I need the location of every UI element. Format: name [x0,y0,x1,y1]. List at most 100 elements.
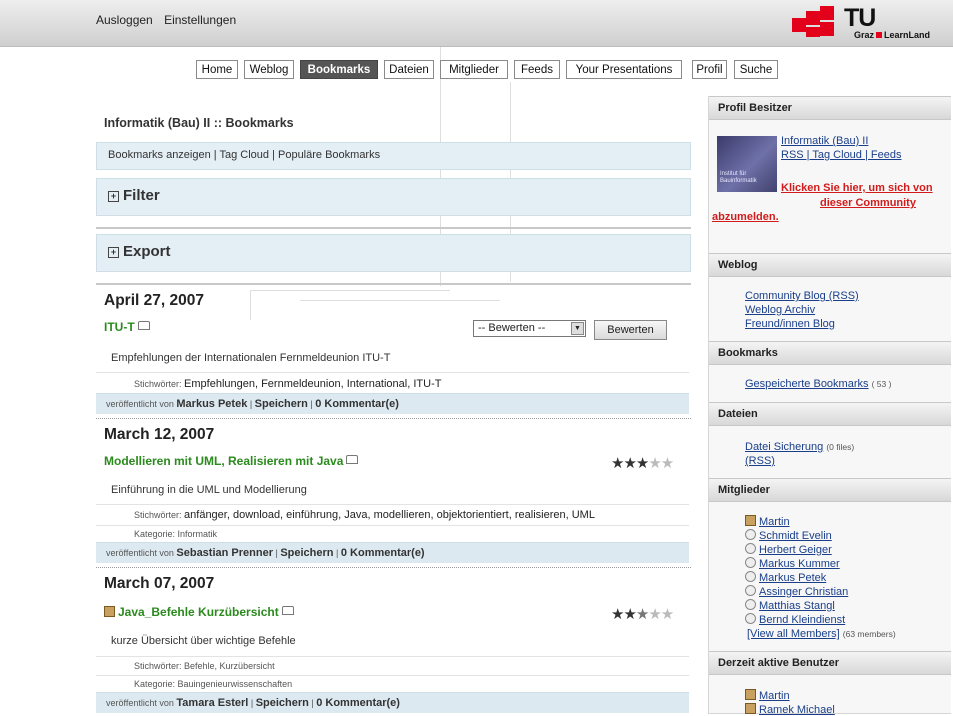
expand-icon[interactable]: + [108,247,119,258]
divider [96,227,691,229]
sidebar-header: Weblog [709,253,951,277]
member-link: Markus Kummer [745,557,840,570]
tags-list[interactable]: Empfehlungen, Fernmeldeunion, Internatio… [184,378,441,390]
view-all-members-link: [View all Members] (63 members) [747,628,896,640]
filter-label: Filter [123,187,160,204]
top-bar: Ausloggen Einstellungen TU Graz LearnLand [0,0,953,47]
bookmark-link[interactable]: ITU-T [104,320,135,334]
nav-dateien[interactable]: Dateien [384,60,434,79]
leave-community-link-2[interactable]: dieser Community [820,195,916,209]
nav-mitglieder[interactable]: Mitglieder [440,60,508,79]
sidebar-header: Derzeit aktive Benutzer [709,651,951,675]
active-user-link: Martin [745,689,790,702]
sidebar-header: Bookmarks [709,341,951,365]
nav-feeds[interactable]: Feeds [514,60,560,79]
bg-line [250,290,450,291]
weblog-link: Weblog Archiv [745,304,816,316]
nav-your-presentations[interactable]: Your Presentations [566,60,682,79]
folder-icon [281,606,294,615]
entry-footer: veröffentlicht von Markus Petek | Speich… [96,393,689,414]
entry-footer: veröffentlicht von Tamara Esterl | Speic… [96,692,689,713]
nav-home[interactable]: Home [196,60,238,79]
member-link: Bernd Kleindienst [745,613,845,626]
divider [96,567,691,568]
bookmark-title: ITU-T [104,320,150,334]
user-icon [745,529,756,540]
user-icon [745,613,756,624]
member-link: Assinger Christian [745,585,848,598]
bg-line [300,300,500,301]
comments-link[interactable]: 0 Kommentar(e) [315,398,399,410]
rating-stars: ★★★★★ [611,455,674,472]
entry-date: March 12, 2007 [104,426,215,443]
category-row: Kategorie: Informatik [96,525,689,542]
user-icon [745,689,756,700]
nav-suche[interactable]: Suche [734,60,778,79]
tags-row: Stichwörter: Befehle, Kurzübersicht [96,656,689,675]
logout-link[interactable]: Ausloggen [96,13,153,27]
user-icon [745,571,756,582]
settings-link[interactable]: Einstellungen [164,13,236,27]
member-link: Matthias Stangl [745,599,835,612]
export-label: Export [123,243,171,260]
tags-list[interactable]: Befehle, Kurzübersicht [184,661,275,671]
divider [96,418,691,419]
bg-line [250,290,251,320]
divider [96,283,691,285]
sidebar-header: Mitglieder [709,478,951,502]
save-link[interactable]: Speichern [256,697,309,709]
member-link: Martin [745,515,790,528]
entry-date: March 07, 2007 [104,575,215,592]
rating-select[interactable]: -- Bewerten -- ▼ [473,320,586,337]
leave-community-link[interactable]: Klicken Sie hier, um sich von [781,180,933,194]
rating-stars: ★★★★★ [611,606,674,623]
nav-bookmarks[interactable]: Bookmarks [300,60,378,79]
profile-name-link: Informatik (Bau) II [781,135,869,147]
folder-icon [346,455,359,464]
weblog-link: Freund/innen Blog [745,318,835,330]
export-panel[interactable]: + Export [96,234,691,272]
entry-footer: veröffentlicht von Sebastian Prenner | S… [96,542,689,563]
expand-icon[interactable]: + [108,191,119,202]
leave-community-link-3[interactable]: abzumelden. [712,209,779,223]
user-icon [745,585,756,596]
user-icon [745,599,756,610]
member-link: Markus Petek [745,571,826,584]
save-link[interactable]: Speichern [280,547,333,559]
page-title: Informatik (Bau) II :: Bookmarks [104,116,294,130]
tags-row: Stichwörter: Empfehlungen, Fernmeldeunio… [96,372,689,393]
community-thumbnail[interactable]: Institut für Bauinformatik [717,136,777,192]
bookmark-title: Modellieren mit UML, Realisieren mit Jav… [104,454,359,468]
comments-link[interactable]: 0 Kommentar(e) [316,697,400,709]
tags-row: Stichwörter: anfänger, download, einführ… [96,504,689,525]
save-link[interactable]: Speichern [255,398,308,410]
nav-profil[interactable]: Profil [692,60,727,79]
bookmark-link[interactable]: Modellieren mit UML, Realisieren mit Jav… [104,454,343,468]
author-link[interactable]: Tamara Esterl [176,697,248,709]
comments-link[interactable]: 0 Kommentar(e) [341,547,425,559]
member-link: Schmidt Evelin [745,529,832,542]
file-backup-link: Datei Sicherung (0 files) [745,441,855,453]
sidebar-header: Profil Besitzer [709,96,951,120]
saved-bookmarks-link: Gespeicherte Bookmarks ( 53 ) [745,378,892,390]
nav-weblog[interactable]: Weblog [244,60,294,79]
subnav-links[interactable]: Bookmarks anzeigen | Tag Cloud | Populär… [108,149,380,161]
user-icon [745,543,756,554]
user-icon [745,515,756,526]
filter-panel[interactable]: + Filter [96,178,691,216]
bookmark-link[interactable]: Java_Befehle Kurzübersicht [118,605,279,619]
rate-button[interactable]: Bewerten [594,320,667,340]
author-link[interactable]: Markus Petek [176,398,247,410]
user-icon [745,703,756,714]
weblog-link: Community Blog (RSS) [745,290,859,302]
bookmark-description: Einführung in die UML und Modellierung [111,484,307,496]
user-icon [104,606,115,617]
active-user-link: Ramek Michael [745,703,835,716]
member-link: Herbert Geiger [745,543,832,556]
tags-list[interactable]: anfänger, download, einführung, Java, mo… [184,509,595,521]
category-row: Kategorie: Bauingenieurwissenschaften [96,675,689,692]
profile-links: RSS | Tag Cloud | Feeds [781,149,902,161]
user-icon [745,557,756,568]
author-link[interactable]: Sebastian Prenner [176,547,273,559]
folder-icon [137,321,150,330]
